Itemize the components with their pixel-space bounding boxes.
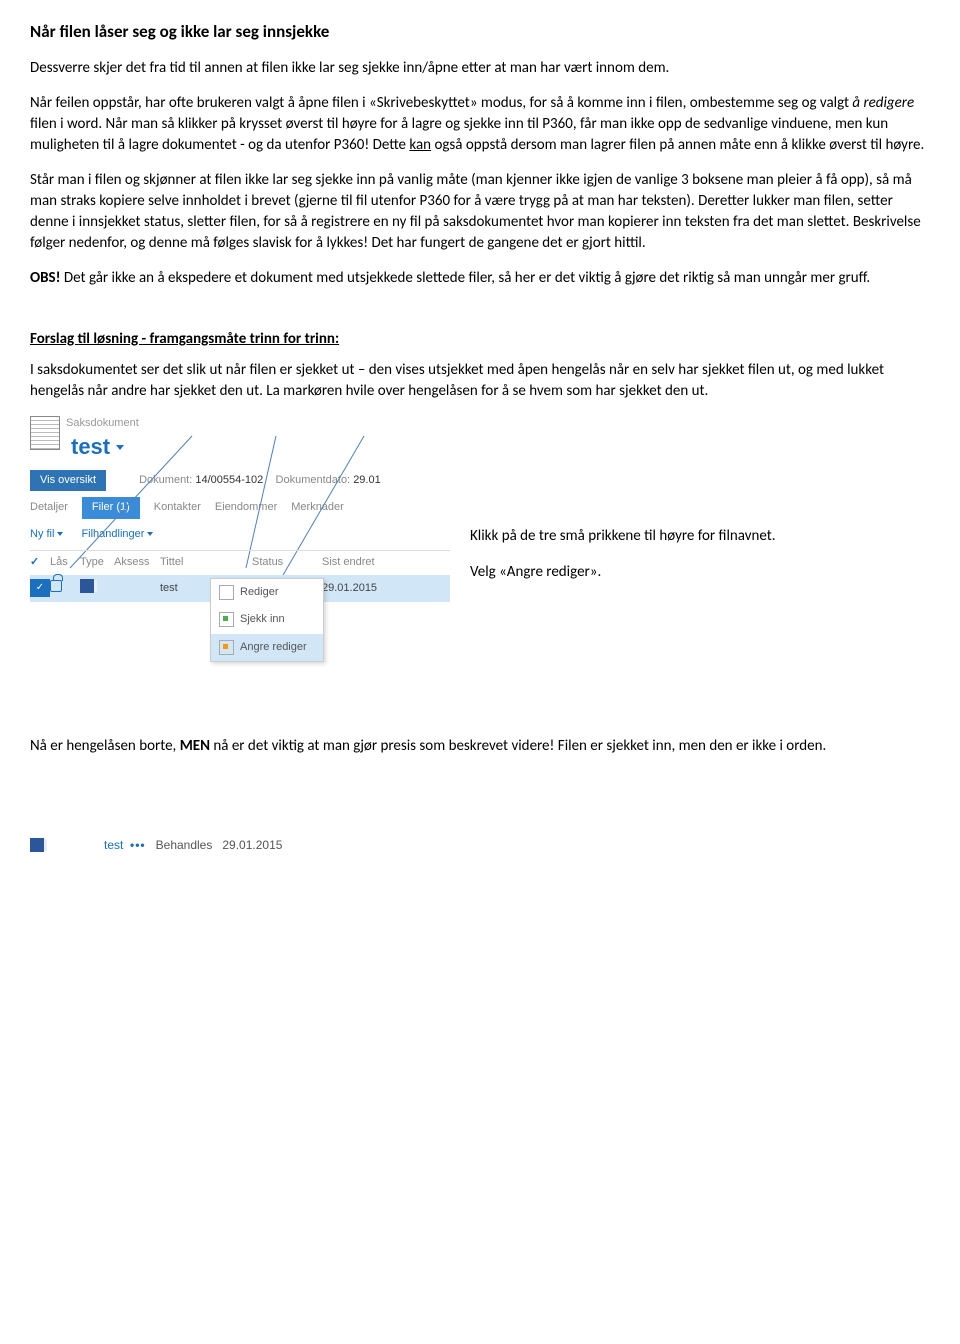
context-menu: Rediger Sjekk inn Angre rediger xyxy=(210,578,324,662)
lock-open-icon xyxy=(50,580,62,592)
tab-filer[interactable]: Filer (1) xyxy=(82,497,140,518)
doc-title-dropdown[interactable]: test xyxy=(66,431,129,464)
text: nå er det viktig at man gjør presis som … xyxy=(210,737,826,755)
meta-info: Dokument: 14/00554-102 Dokumentdato: 29.… xyxy=(139,473,381,488)
menu-label: Rediger xyxy=(240,585,279,600)
annotation: Klikk på de tre små prikkene til høyre f… xyxy=(470,526,950,547)
undo-edit-icon xyxy=(219,640,234,655)
annotation: Velg «Angre rediger». xyxy=(470,562,950,583)
document-icon xyxy=(30,416,60,450)
paragraph: I saksdokumentet ser det slik ut når fil… xyxy=(30,360,930,402)
paragraph: Står man i filen og skjønner at filen ik… xyxy=(30,170,930,254)
table-header: ✓ Lås Type Aksess Tittel Status Sist end… xyxy=(30,551,450,574)
filhandlinger-dropdown[interactable]: Filhandlinger xyxy=(81,527,153,542)
lock-cell xyxy=(50,580,80,597)
tab-eiendommer[interactable]: Eiendommer xyxy=(215,500,277,515)
filhandlinger-label: Filhandlinger xyxy=(81,528,144,540)
paragraph: Dessverre skjer det fra tid til annen at… xyxy=(30,58,930,79)
col-status: Status xyxy=(252,555,322,570)
col-check: ✓ xyxy=(30,555,50,570)
tab-kontakter[interactable]: Kontakter xyxy=(154,500,201,515)
page-title: Når filen låser seg og ikke lar seg inns… xyxy=(30,20,930,44)
file-title: test xyxy=(104,838,123,852)
paragraph: Når feilen oppstår, har ofte brukeren va… xyxy=(30,93,930,156)
meta-value: 29.01 xyxy=(353,474,381,486)
nyfil-label: Ny fil xyxy=(30,528,54,540)
section-heading: Forslag til løsning - framgangsmåte trin… xyxy=(30,329,930,350)
menu-angre-rediger[interactable]: Angre rediger xyxy=(211,634,323,661)
text: også oppstå dersom man lagrer filen på a… xyxy=(431,136,924,154)
text: Det går ikke an å ekspedere et dokument … xyxy=(61,269,871,287)
doc-title-text: test xyxy=(71,432,110,463)
text: : xyxy=(335,330,339,348)
checkin-icon xyxy=(219,612,234,627)
date-text: 29.01.2015 xyxy=(222,838,282,852)
text: framgangsmåte trinn for trinn xyxy=(149,330,335,348)
text: MEN xyxy=(180,737,210,755)
meta-value: 14/00554-102 xyxy=(195,474,263,486)
app-screenshot: Saksdokument test Vis oversikt Dokument:… xyxy=(30,416,450,602)
tab-merknader[interactable]: Merknader xyxy=(291,500,344,515)
text: kan xyxy=(409,136,431,154)
status-text: Behandles xyxy=(156,838,213,852)
nyfil-dropdown[interactable]: Ny fil xyxy=(30,527,63,542)
text: OBS! xyxy=(30,269,61,287)
meta-label: Dokumentdato: xyxy=(276,474,351,486)
text: Forslag til løsning - xyxy=(30,330,149,348)
type-cell xyxy=(80,579,114,598)
menu-rediger[interactable]: Rediger xyxy=(211,579,323,606)
chevron-down-icon xyxy=(57,532,63,536)
col-laas: Lås xyxy=(50,555,80,570)
row-actions-button[interactable]: ••• xyxy=(130,838,146,852)
meta-label: Dokument: xyxy=(139,474,192,486)
edit-icon xyxy=(219,585,234,600)
word-icon xyxy=(30,838,44,852)
row-checkbox[interactable]: ✓ xyxy=(30,579,50,597)
chevron-down-icon xyxy=(147,532,153,536)
menu-label: Sjekk inn xyxy=(240,612,285,627)
paragraph: Nå er hengelåsen borte, MEN nå er det vi… xyxy=(30,736,930,757)
col-type: Type xyxy=(80,555,114,570)
col-sistendret: Sist endret xyxy=(322,555,392,570)
paragraph: OBS! Det går ikke an å ekspedere et doku… xyxy=(30,268,930,289)
tab-detaljer[interactable]: Detaljer xyxy=(30,500,68,515)
doc-type-label: Saksdokument xyxy=(66,416,139,431)
menu-sjekkinn[interactable]: Sjekk inn xyxy=(211,606,323,633)
chevron-down-icon xyxy=(116,445,124,450)
action-bar: Ny fil Filhandlinger xyxy=(30,527,450,542)
text: å redigere xyxy=(852,94,914,112)
col-aksess: Aksess xyxy=(114,555,160,570)
tab-bar: Detaljer Filer (1) Kontakter Eiendommer … xyxy=(30,497,450,518)
text: Nå er hengelåsen borte, xyxy=(30,737,180,755)
menu-label: Angre rediger xyxy=(240,640,307,655)
word-icon xyxy=(80,579,94,593)
col-tittel: Tittel xyxy=(160,555,220,570)
vis-oversikt-button[interactable]: Vis oversikt xyxy=(30,470,106,491)
sistendret-cell: 29.01.2015 xyxy=(322,581,392,596)
bottom-row-screenshot: test ••• Behandles 29.01.2015 xyxy=(30,837,930,854)
text: Når feilen oppstår, har ofte brukeren va… xyxy=(30,94,852,112)
